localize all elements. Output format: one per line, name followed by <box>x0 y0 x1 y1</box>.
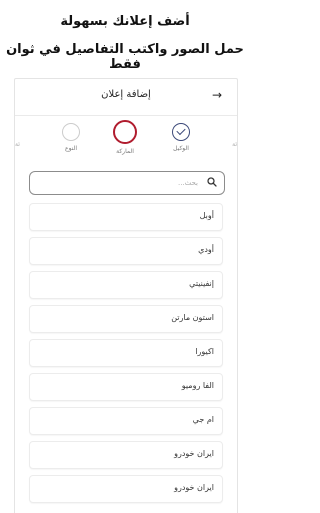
list-item-label: أوبل <box>199 211 214 220</box>
list-item[interactable]: ايران خودرو <box>29 475 223 503</box>
list-item-label: ايران خودرو <box>174 483 214 492</box>
list-item[interactable]: أودي <box>29 237 223 265</box>
list-item-label: إنفينيتي <box>189 279 214 288</box>
search-icon[interactable] <box>206 176 218 188</box>
search-input[interactable] <box>36 175 200 191</box>
list-item[interactable]: أوبل <box>29 203 223 231</box>
step-edge-left: ئة <box>15 141 20 148</box>
promo-subtitle: حمل الصور واكتب التفاصيل في ثوان فقط <box>6 42 244 72</box>
search-box[interactable] <box>29 171 225 195</box>
step-agent[interactable]: الوكيل <box>151 123 211 152</box>
brand-steps: ئة النوع الماركة الوكيل ئة <box>15 115 237 167</box>
list-item[interactable]: إنفينيتي <box>29 271 223 299</box>
phone-screen: إضافة إعلان → ئة النوع الماركة الوكيل ئة… <box>14 78 238 513</box>
list-item-label: الفا روميو <box>181 381 214 390</box>
list-item-label: أودي <box>198 245 214 254</box>
step-type[interactable]: النوع <box>41 123 101 152</box>
app-bar: إضافة إعلان → <box>15 79 237 116</box>
step-brand-circle <box>113 120 137 144</box>
list-item[interactable]: استون مارتن <box>29 305 223 333</box>
list-item[interactable]: اكيورا <box>29 339 223 367</box>
list-item-label: ايران خودرو <box>174 449 214 458</box>
list-item[interactable]: الفا روميو <box>29 373 223 401</box>
step-edge-right: ئة <box>232 141 237 148</box>
page-title: إضافة إعلان <box>101 89 151 100</box>
brand-list: أوبل أودي إنفينيتي استون مارتن اكيورا ال… <box>29 203 223 509</box>
step-brand[interactable]: الماركة <box>95 120 155 155</box>
step-type-circle <box>62 123 80 141</box>
list-item-label: اكيورا <box>195 347 214 356</box>
promo-header: أضف إعلانك بسهولة حمل الصور واكتب التفاص… <box>0 0 250 74</box>
step-type-label: النوع <box>65 145 77 152</box>
list-item-label: ام جي <box>192 415 214 424</box>
list-item[interactable]: ام جي <box>29 407 223 435</box>
step-agent-label: الوكيل <box>173 145 189 152</box>
check-icon <box>176 125 186 136</box>
step-brand-label: الماركة <box>116 148 134 155</box>
step-agent-circle <box>172 123 190 141</box>
list-item[interactable]: ايران خودرو <box>29 441 223 469</box>
arrow-right-icon[interactable]: → <box>209 87 225 103</box>
list-item-label: استون مارتن <box>171 313 214 322</box>
promo-title: أضف إعلانك بسهولة <box>60 14 190 29</box>
